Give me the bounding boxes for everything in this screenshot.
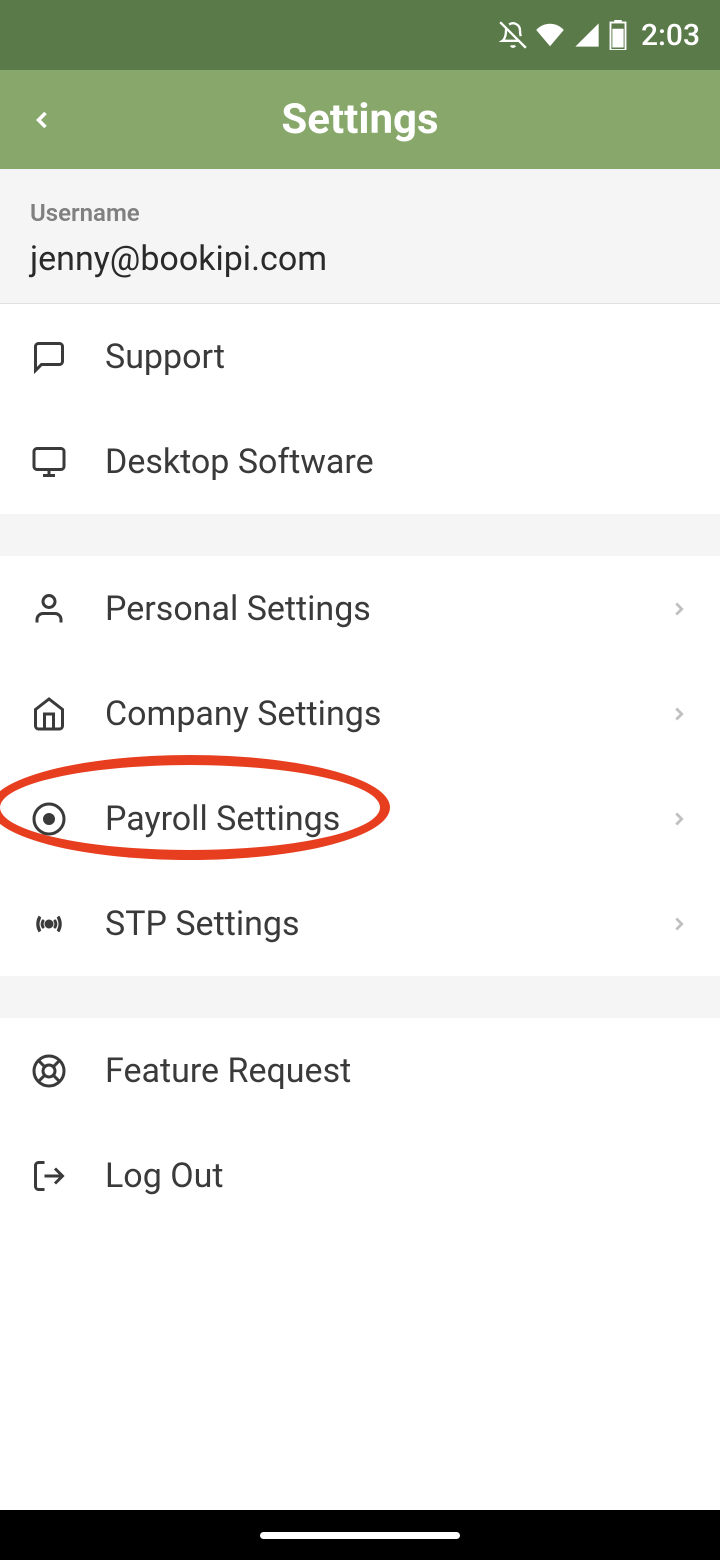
- chat-icon: [30, 338, 68, 376]
- android-nav-bar: [0, 1510, 720, 1560]
- wifi-icon: [535, 20, 565, 50]
- feature-request-item[interactable]: Feature Request: [0, 1018, 720, 1123]
- chevron-right-icon: [668, 913, 690, 935]
- status-icons: 2:03: [499, 18, 700, 53]
- app-header: Settings: [0, 70, 720, 169]
- support-label: Support: [105, 337, 690, 377]
- section-gap: [0, 514, 720, 556]
- company-label: Company Settings: [105, 694, 668, 734]
- home-icon: [30, 695, 68, 733]
- status-time: 2:03: [641, 18, 700, 53]
- nav-handle[interactable]: [260, 1532, 460, 1539]
- chevron-right-icon: [668, 703, 690, 725]
- page-title: Settings: [28, 95, 692, 144]
- stp-settings-item[interactable]: STP Settings: [0, 871, 720, 976]
- payroll-label: Payroll Settings: [105, 799, 668, 839]
- personal-label: Personal Settings: [105, 589, 668, 629]
- menu-section-1: Support Desktop Software: [0, 304, 720, 514]
- back-button[interactable]: [28, 106, 56, 134]
- stp-label: STP Settings: [105, 904, 668, 944]
- support-item[interactable]: Support: [0, 304, 720, 409]
- chevron-right-icon: [668, 598, 690, 620]
- personal-settings-item[interactable]: Personal Settings: [0, 556, 720, 661]
- logout-item[interactable]: Log Out: [0, 1123, 720, 1228]
- chevron-right-icon: [668, 808, 690, 830]
- desktop-item[interactable]: Desktop Software: [0, 409, 720, 514]
- username-label: Username: [30, 199, 690, 227]
- signal-icon: [573, 21, 601, 49]
- logout-label: Log Out: [105, 1156, 690, 1196]
- status-bar: 2:03: [0, 0, 720, 70]
- broadcast-icon: [30, 905, 68, 943]
- target-icon: [30, 800, 68, 838]
- company-settings-item[interactable]: Company Settings: [0, 661, 720, 766]
- payroll-settings-item[interactable]: Payroll Settings: [0, 766, 720, 871]
- notification-off-icon: [499, 21, 527, 49]
- username-value: jenny@bookipi.com: [30, 239, 690, 279]
- section-gap: [0, 976, 720, 1018]
- monitor-icon: [30, 443, 68, 481]
- username-section: Username jenny@bookipi.com: [0, 169, 720, 304]
- menu-section-3: Feature Request Log Out: [0, 1018, 720, 1228]
- desktop-label: Desktop Software: [105, 442, 690, 482]
- menu-section-2: Personal Settings Company Settings: [0, 556, 720, 976]
- lifebuoy-icon: [30, 1052, 68, 1090]
- battery-icon: [609, 20, 627, 50]
- logout-icon: [30, 1157, 68, 1195]
- feature-label: Feature Request: [105, 1051, 690, 1091]
- person-icon: [30, 590, 68, 628]
